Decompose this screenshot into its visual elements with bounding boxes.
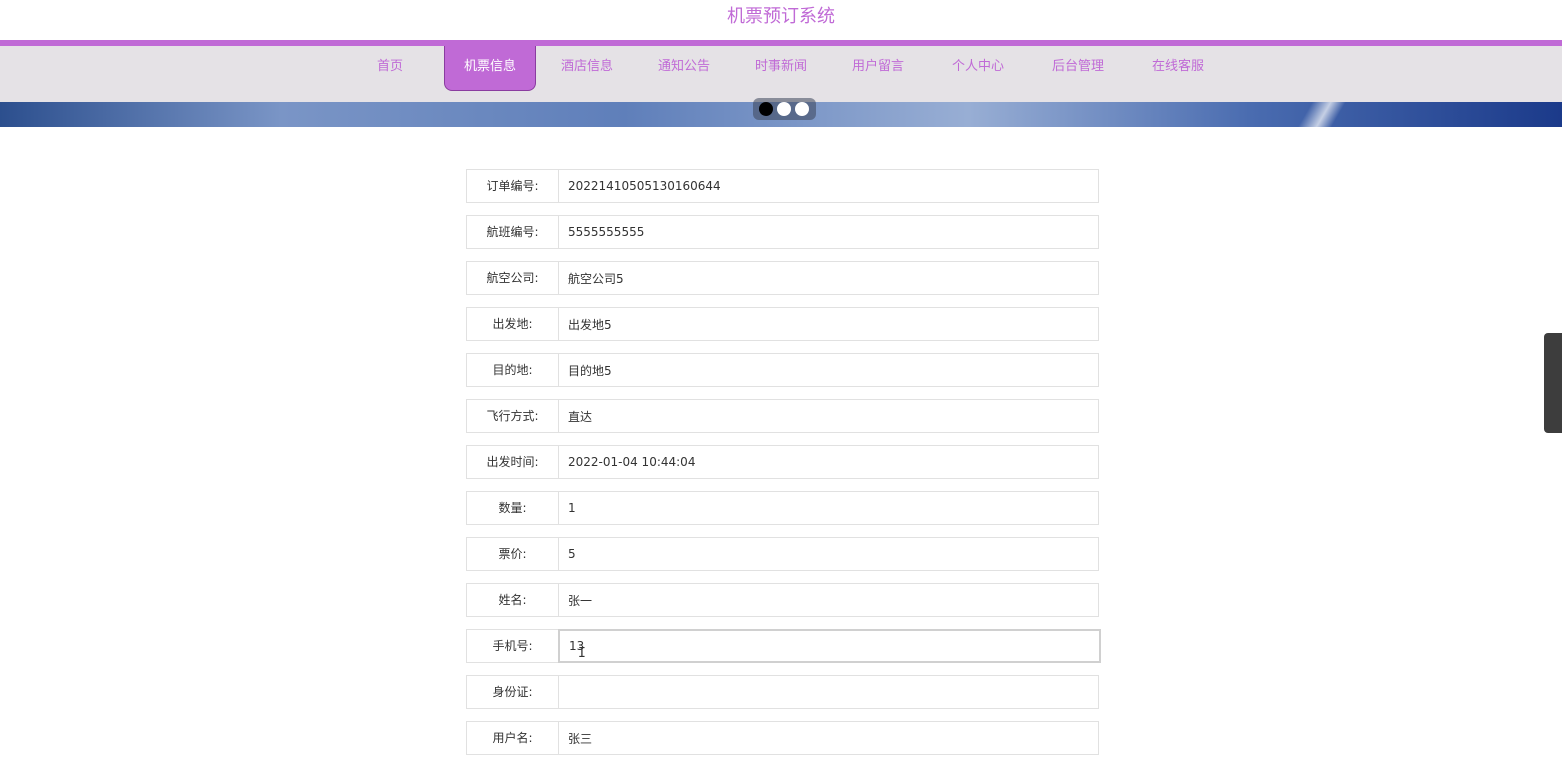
nav-item-messages[interactable]: 用户留言	[843, 46, 913, 90]
quantity-field[interactable]	[558, 491, 1099, 525]
nav-item-hotels[interactable]: 酒店信息	[552, 46, 622, 90]
airline-label: 航空公司:	[466, 261, 559, 295]
departure-time-label: 出发时间:	[466, 445, 559, 479]
nav-item-customer-service[interactable]: 在线客服	[1143, 46, 1213, 90]
nav-item-flights[interactable]: 机票信息	[444, 46, 536, 91]
site-title: 机票预订系统	[727, 6, 835, 27]
form-row-departure-time: 出发时间:	[466, 445, 1102, 479]
username-label: 用户名:	[466, 721, 559, 755]
carousel-dots	[753, 98, 816, 120]
nav-item-home[interactable]: 首页	[365, 46, 415, 90]
form-row-name: 姓名:	[466, 583, 1102, 617]
departure-time-field[interactable]	[558, 445, 1099, 479]
form-row-price: 票价:	[466, 537, 1102, 571]
phone-field[interactable]	[558, 629, 1101, 663]
quantity-label: 数量:	[466, 491, 559, 525]
form-row-flight-number: 航班编号:	[466, 215, 1102, 249]
carousel-dot-1[interactable]	[759, 102, 773, 116]
price-label: 票价:	[466, 537, 559, 571]
name-label: 姓名:	[466, 583, 559, 617]
form-row-destination: 目的地:	[466, 353, 1102, 387]
nav-item-notices[interactable]: 通知公告	[649, 46, 719, 90]
id-card-label: 身份证:	[466, 675, 559, 709]
destination-field[interactable]	[558, 353, 1099, 387]
order-number-field[interactable]	[558, 169, 1099, 203]
nav-item-admin[interactable]: 后台管理	[1043, 46, 1113, 90]
name-field[interactable]	[558, 583, 1099, 617]
airline-field[interactable]	[558, 261, 1099, 295]
banner-glint	[1290, 102, 1350, 127]
departure-field[interactable]	[558, 307, 1099, 341]
flight-type-label: 飞行方式:	[466, 399, 559, 433]
side-panel-tab[interactable]	[1544, 333, 1562, 433]
departure-label: 出发地:	[466, 307, 559, 341]
id-card-field[interactable]	[558, 675, 1099, 709]
username-field[interactable]	[558, 721, 1099, 755]
form-row-order-number: 订单编号:	[466, 169, 1102, 203]
nav-item-news[interactable]: 时事新闻	[746, 46, 816, 90]
form-row-airline: 航空公司:	[466, 261, 1102, 295]
order-number-label: 订单编号:	[466, 169, 559, 203]
text-cursor-icon: I	[578, 646, 586, 661]
destination-label: 目的地:	[466, 353, 559, 387]
form-row-quantity: 数量:	[466, 491, 1102, 525]
nav-item-personal-center[interactable]: 个人中心	[943, 46, 1013, 90]
form-row-phone: 手机号:	[466, 629, 1102, 663]
form-row-id-card: 身份证:	[466, 675, 1102, 709]
phone-label: 手机号:	[466, 629, 559, 663]
main-nav: 首页 机票信息 酒店信息 通知公告 时事新闻 用户留言 个人中心 后台管理 在线…	[0, 46, 1562, 102]
flight-number-label: 航班编号:	[466, 215, 559, 249]
carousel-dot-2[interactable]	[777, 102, 791, 116]
flight-type-field[interactable]	[558, 399, 1099, 433]
form-row-departure: 出发地:	[466, 307, 1102, 341]
price-field[interactable]	[558, 537, 1099, 571]
flight-number-field[interactable]	[558, 215, 1099, 249]
form-row-username: 用户名:	[466, 721, 1102, 755]
form-row-flight-type: 飞行方式:	[466, 399, 1102, 433]
carousel-dot-3[interactable]	[795, 102, 809, 116]
